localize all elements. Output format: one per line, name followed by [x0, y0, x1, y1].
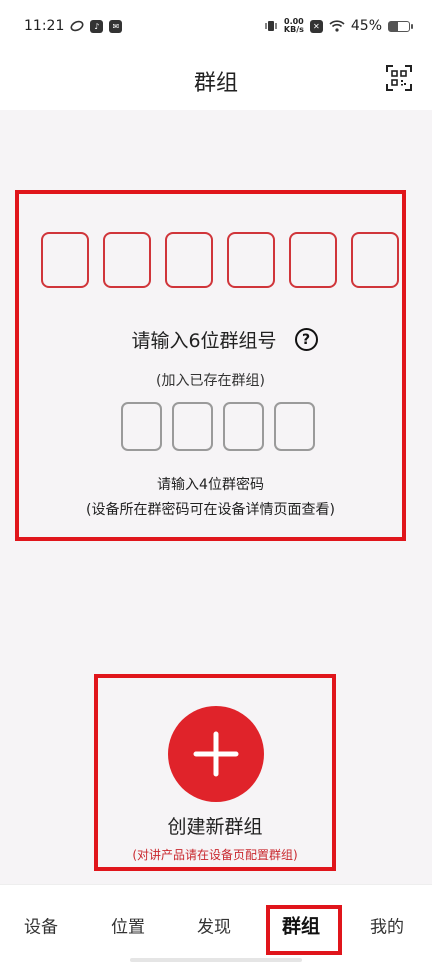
group-password-inputs — [121, 402, 315, 451]
password-digit-box[interactable] — [121, 402, 162, 451]
tab-groups[interactable]: 群组 — [282, 912, 320, 939]
password-digit-box[interactable] — [223, 402, 264, 451]
create-group-panel[interactable]: 创建新群组 (对讲产品请在设备页配置群组) — [94, 674, 336, 871]
help-icon[interactable]: ? — [294, 328, 318, 351]
group-password-prompt: 请输入4位群密码 — [157, 477, 264, 493]
vibrate-icon — [264, 20, 278, 32]
battery-percent: 45% — [350, 18, 382, 34]
plus-icon — [193, 731, 239, 777]
status-right: 0.00 KB/s ✕ 45% — [264, 18, 413, 34]
group-number-prompt-row: 请输入6位群组号 ? — [19, 326, 402, 353]
scan-qr-button[interactable] — [386, 65, 412, 91]
battery-fill — [389, 21, 398, 31]
page-title: 群组 — [193, 71, 238, 96]
join-group-panel: 请输入6位群组号 ? (加入已存在群组) 请输入4位群密码 (设备所在群密码可在… — [15, 190, 406, 541]
group-digit-box[interactable] — [41, 232, 89, 288]
home-indicator[interactable] — [130, 958, 302, 962]
group-digit-box[interactable] — [227, 232, 275, 288]
password-digit-box[interactable] — [274, 402, 315, 451]
battery-icon — [388, 20, 413, 32]
tab-location[interactable]: 位置 — [111, 913, 145, 938]
tab-mine[interactable]: 我的 — [370, 913, 404, 938]
group-digit-box[interactable] — [165, 232, 213, 288]
group-password-hint: (设备所在群密码可在设备详情页面查看) — [86, 502, 335, 518]
create-group-button[interactable] — [168, 706, 264, 802]
net-speed-unit: KB/s — [283, 25, 304, 34]
group-digit-box[interactable] — [289, 232, 337, 288]
group-number-inputs — [41, 232, 399, 288]
tab-discover[interactable]: 发现 — [197, 913, 231, 938]
create-group-label: 创建新群组 — [167, 816, 263, 838]
sync-icon — [70, 20, 84, 32]
header: 群组 — [0, 52, 432, 110]
password-digit-box[interactable] — [172, 402, 213, 451]
tab-devices[interactable]: 设备 — [24, 913, 58, 938]
join-existing-subtitle: (加入已存在群组) — [156, 373, 265, 389]
bottom-tab-bar: 设备 位置 发现 群组 我的 — [0, 884, 432, 964]
status-bar: 11:21 ♪ ✉ 0.00 KB/s ✕ 45% — [0, 0, 432, 52]
status-time: 11:21 — [24, 18, 65, 34]
create-group-hint: (对讲产品请在设备页配置群组) — [132, 848, 298, 862]
group-digit-box[interactable] — [103, 232, 151, 288]
group-number-prompt: 请输入6位群组号 — [131, 330, 277, 352]
no-sim-icon: ✕ — [309, 19, 323, 33]
tiktok-icon: ♪ — [90, 19, 104, 33]
wifi-icon — [329, 20, 345, 32]
qr-scan-icon — [386, 65, 412, 91]
net-speed: 0.00 KB/s — [284, 18, 304, 34]
status-left: 11:21 ♪ ✉ — [24, 18, 123, 34]
mail-app-icon: ✉ — [109, 19, 123, 33]
group-digit-box[interactable] — [351, 232, 399, 288]
